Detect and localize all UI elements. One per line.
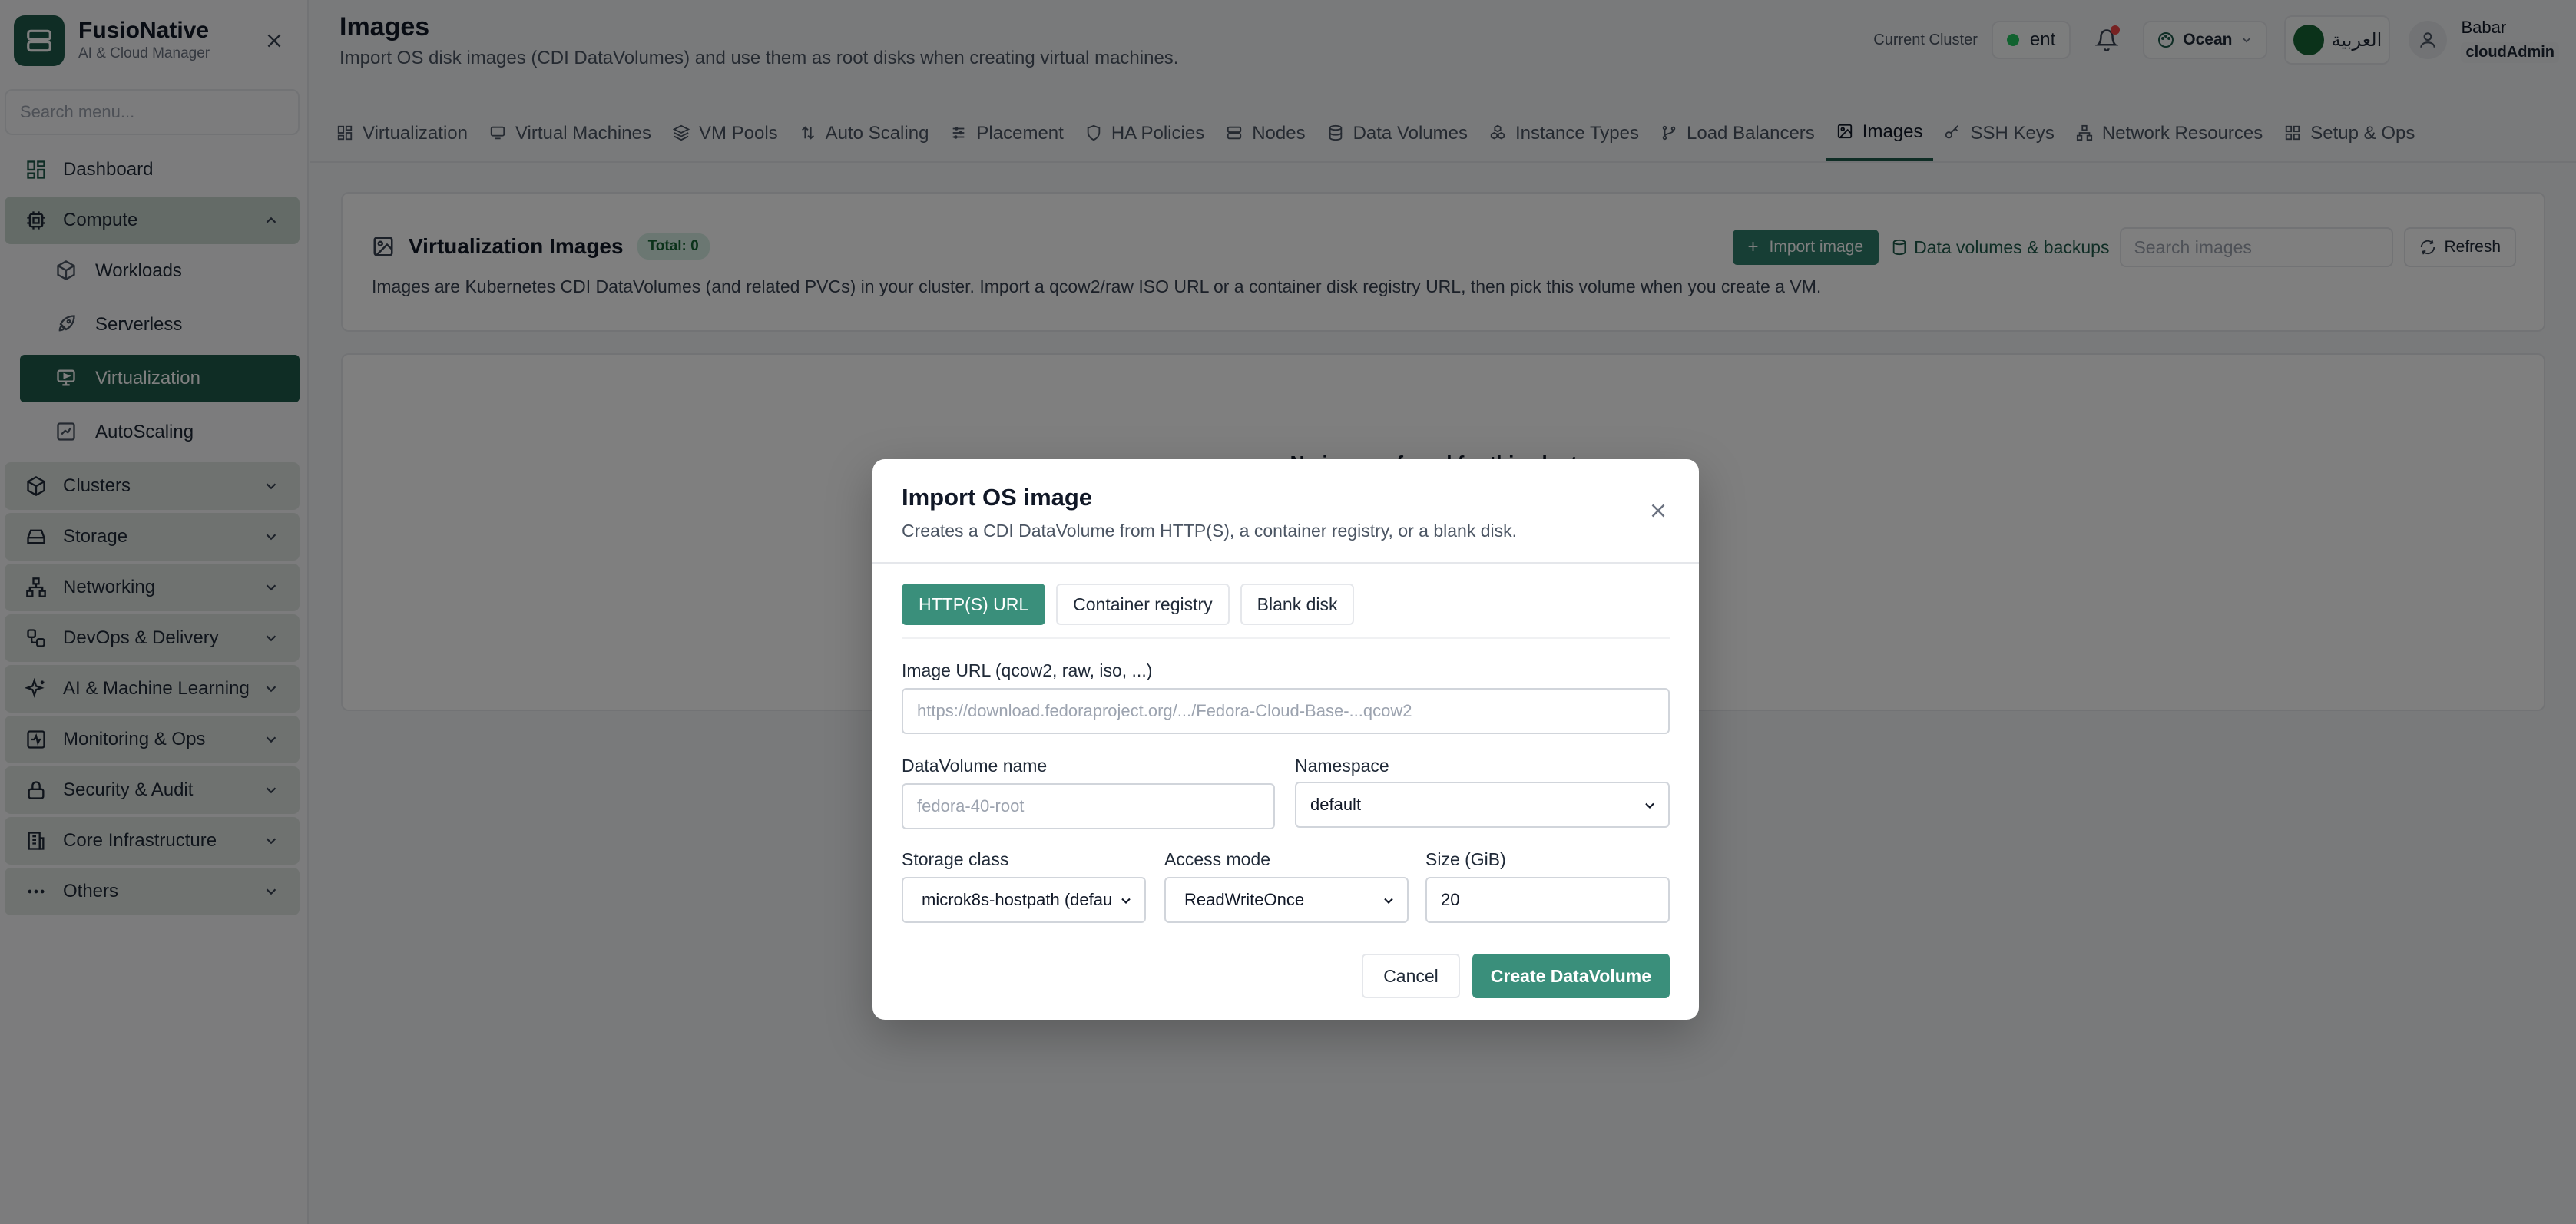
size-label: Size (GiB)	[1425, 849, 1506, 869]
close-icon	[1651, 504, 1665, 518]
source-type-tabs: HTTP(S) URL Container registry Blank dis…	[902, 584, 1365, 625]
access-mode-label: Access mode	[1164, 849, 1271, 869]
dialog-title: Import OS image	[902, 484, 1093, 511]
access-mode-value: ReadWriteOnce	[1184, 890, 1305, 909]
datavolume-name-input[interactable]	[902, 783, 1275, 829]
datavolume-name-label: DataVolume name	[902, 756, 1048, 776]
source-tab-registry[interactable]: Container registry	[1056, 584, 1230, 625]
chevron-down-icon	[1381, 893, 1396, 908]
access-mode-select[interactable]: ReadWriteOnce	[1164, 877, 1409, 923]
image-url-input[interactable]	[902, 688, 1670, 734]
storage-class-select[interactable]: microk8s-hostpath (default)	[902, 877, 1146, 923]
namespace-label: Namespace	[1295, 756, 1389, 776]
namespace-select[interactable]: default	[1295, 782, 1670, 828]
dialog-footer: Cancel Create DataVolume	[1362, 954, 1670, 998]
namespace-value: default	[1310, 795, 1362, 814]
image-url-label: Image URL (qcow2, raw, iso, ...)	[902, 660, 1153, 680]
close-dialog-button[interactable]	[1647, 499, 1670, 522]
divider	[902, 637, 1670, 639]
create-datavolume-button[interactable]: Create DataVolume	[1472, 954, 1670, 998]
chevron-down-icon	[1642, 798, 1657, 813]
source-tab-http[interactable]: HTTP(S) URL	[902, 584, 1046, 625]
chevron-down-icon	[1118, 893, 1134, 908]
storage-class-label: Storage class	[902, 849, 1009, 869]
import-image-dialog: Import OS image Creates a CDI DataVolume…	[872, 459, 1699, 1020]
dialog-subtitle: Creates a CDI DataVolume from HTTP(S), a…	[902, 521, 1518, 541]
source-tab-blank[interactable]: Blank disk	[1240, 584, 1355, 625]
divider	[872, 562, 1699, 564]
size-input[interactable]	[1425, 877, 1670, 923]
storage-class-value: microk8s-hostpath (default)	[922, 890, 1112, 909]
cancel-button[interactable]: Cancel	[1362, 954, 1460, 998]
